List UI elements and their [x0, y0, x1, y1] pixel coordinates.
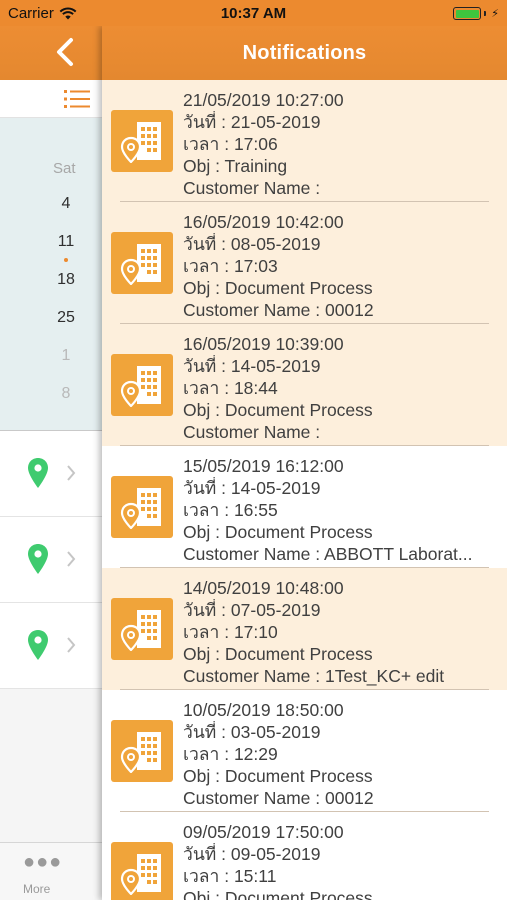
notification-item[interactable]: 14/05/2019 10:48:00 วันที่ : 07-05-2019 …	[102, 568, 507, 690]
notification-content: 16/05/2019 10:39:00 วันที่ : 14-05-2019 …	[183, 333, 499, 443]
notification-date: วันที่ : 14-05-2019	[183, 478, 321, 498]
notification-date: วันที่ : 03-05-2019	[183, 722, 321, 742]
tab-bar: ●●● More	[0, 842, 104, 900]
calendar-day[interactable]: 25	[46, 309, 86, 327]
status-bar: Carrier 10:37 AM ⚡	[0, 0, 507, 26]
notification-timestamp: 16/05/2019 10:39:00	[183, 334, 344, 354]
location-row[interactable]	[0, 517, 104, 603]
location-pin-icon	[28, 458, 48, 488]
status-time: 10:37 AM	[220, 5, 287, 22]
building-location-icon	[111, 354, 173, 416]
calendar-day[interactable]: 8	[46, 385, 86, 403]
notification-item[interactable]: 09/05/2019 17:50:00 วันที่ : 09-05-2019 …	[102, 812, 507, 900]
more-dots-icon[interactable]: ●●●	[23, 852, 62, 872]
notification-objective: Obj : Document Process	[183, 522, 373, 542]
notification-timestamp: 21/05/2019 10:27:00	[183, 90, 344, 110]
tab-more[interactable]: More	[23, 882, 50, 896]
list-icon[interactable]	[64, 89, 90, 109]
location-pin-icon	[28, 630, 48, 660]
notification-customer: Customer Name :	[183, 178, 321, 198]
notification-time: เวลา : 17:10	[183, 622, 278, 642]
notification-objective: Obj : Document Process	[183, 400, 373, 420]
building-location-icon	[111, 720, 173, 782]
back-chevron-icon[interactable]	[52, 37, 78, 67]
building-location-icon	[111, 476, 173, 538]
notification-list: 21/05/2019 10:27:00 วันที่ : 21-05-2019 …	[102, 80, 507, 900]
calendar: i Sat 4 11 18 25 1 8	[0, 118, 104, 431]
notifications-header: Notifications	[102, 26, 507, 80]
notification-item[interactable]: 10/05/2019 18:50:00 วันที่ : 03-05-2019 …	[102, 690, 507, 812]
notification-customer: Customer Name : 00012	[183, 300, 374, 320]
notification-content: 15/05/2019 16:12:00 วันที่ : 14-05-2019 …	[183, 455, 499, 565]
calendar-day[interactable]: 18	[46, 271, 86, 289]
notification-timestamp: 15/05/2019 16:12:00	[183, 456, 344, 476]
notification-customer: Customer Name : ABBOTT Laborat...	[183, 544, 473, 564]
notification-date: วันที่ : 07-05-2019	[183, 600, 321, 620]
notification-timestamp: 16/05/2019 10:42:00	[183, 212, 344, 232]
building-location-icon	[111, 598, 173, 660]
notification-content: 09/05/2019 17:50:00 วันที่ : 09-05-2019 …	[183, 821, 499, 900]
notification-timestamp: 10/05/2019 18:50:00	[183, 700, 344, 720]
notification-date: วันที่ : 09-05-2019	[183, 844, 321, 864]
background-toolbar	[0, 80, 104, 118]
notification-customer: Customer Name : 00012	[183, 788, 374, 808]
notification-objective: Obj : Document Process	[183, 644, 373, 664]
notification-objective: Obj : Document Process	[183, 888, 373, 900]
battery-icon: ⚡	[453, 7, 499, 20]
notification-time: เวลา : 12:29	[183, 744, 278, 764]
notification-date: วันที่ : 08-05-2019	[183, 234, 321, 254]
location-row[interactable]	[0, 603, 104, 689]
calendar-header-sat: Sat	[53, 160, 76, 177]
notification-content: 21/05/2019 10:27:00 วันที่ : 21-05-2019 …	[183, 89, 499, 199]
notifications-panel: Notifications 21/05/2019 10:27:00 วันที่…	[102, 26, 507, 900]
notification-time: เวลา : 17:06	[183, 134, 278, 154]
calendar-day[interactable]: 4	[46, 195, 86, 213]
notification-time: เวลา : 15:11	[183, 866, 277, 886]
notification-date: วันที่ : 14-05-2019	[183, 356, 321, 376]
notification-timestamp: 09/05/2019 17:50:00	[183, 822, 344, 842]
background-header	[0, 26, 104, 80]
location-pin-icon	[28, 544, 48, 574]
building-location-icon	[111, 842, 173, 900]
notification-objective: Obj : Document Process	[183, 278, 373, 298]
notification-item[interactable]: 16/05/2019 10:42:00 วันที่ : 08-05-2019 …	[102, 202, 507, 324]
building-location-icon	[111, 110, 173, 172]
event-dot	[64, 258, 68, 262]
notification-time: เวลา : 16:55	[183, 500, 278, 520]
notification-time: เวลา : 17:03	[183, 256, 278, 276]
chevron-right-icon	[67, 465, 76, 481]
chevron-right-icon	[67, 551, 76, 567]
chevron-right-icon	[67, 637, 76, 653]
notification-item[interactable]: 16/05/2019 10:39:00 วันที่ : 14-05-2019 …	[102, 324, 507, 446]
location-row[interactable]	[0, 431, 104, 517]
building-location-icon	[111, 232, 173, 294]
notification-objective: Obj : Training	[183, 156, 288, 176]
notification-time: เวลา : 18:44	[183, 378, 278, 398]
notification-content: 10/05/2019 18:50:00 วันที่ : 03-05-2019 …	[183, 699, 499, 809]
notification-content: 14/05/2019 10:48:00 วันที่ : 07-05-2019 …	[183, 577, 499, 687]
page-title: Notifications	[242, 41, 367, 64]
notification-item[interactable]: 15/05/2019 16:12:00 วันที่ : 14-05-2019 …	[102, 446, 507, 568]
notification-timestamp: 14/05/2019 10:48:00	[183, 578, 344, 598]
calendar-day[interactable]: 1	[46, 347, 86, 365]
notification-date: วันที่ : 21-05-2019	[183, 112, 321, 132]
notification-objective: Obj : Document Process	[183, 766, 373, 786]
background-screen: i Sat 4 11 18 25 1 8	[0, 26, 104, 900]
notification-content: 16/05/2019 10:42:00 วันที่ : 08-05-2019 …	[183, 211, 499, 321]
notification-item[interactable]: 21/05/2019 10:27:00 วันที่ : 21-05-2019 …	[102, 80, 507, 202]
notification-customer: Customer Name : 1Test_KC+ edit	[183, 666, 445, 686]
calendar-day[interactable]: 11	[46, 233, 86, 251]
notification-customer: Customer Name :	[183, 422, 321, 442]
